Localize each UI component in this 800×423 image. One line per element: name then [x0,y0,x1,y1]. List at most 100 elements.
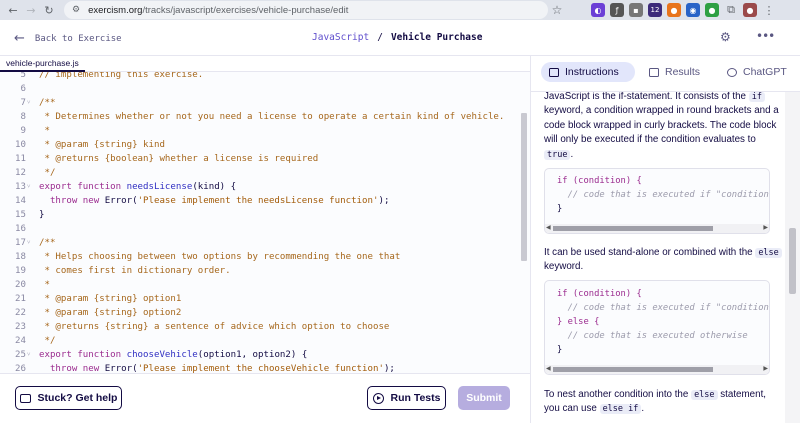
badge-count-icon[interactable]: 12 [648,3,662,17]
code-line[interactable]: 15} [0,208,520,222]
line-number: 11 [15,154,26,164]
code-editor[interactable]: 5// implementing this exercise. 6 7 ˅/** 8 *… [0,72,530,373]
tab-results[interactable]: Results [649,62,700,82]
code-example-if-else: if (condition) { // code that is execute… [544,280,770,375]
code-text: // implementing this exercise. [39,72,204,80]
code-text: * [39,280,50,290]
line-number: 10 [15,140,26,150]
bookmark-star-icon[interactable]: ☆ [550,3,564,17]
panel-tabs: Instructions Results ChatGPT [531,56,800,92]
file-tab-vehicle-purchase[interactable]: vehicle-purchase.js [0,56,85,72]
code-text: export function needsLicense(kind) { [39,182,237,192]
code-text: * @returns {boolean} whether a license i… [39,154,319,164]
code-line[interactable]: 10 * @param {string} kind [0,138,520,152]
code-line[interactable]: 20 * [0,278,520,292]
code-text: * @returns {string} a sentence of advice… [39,322,390,332]
run-tests-button[interactable]: Run Tests [367,386,446,410]
code-text: throw new Error('Please implement the ch… [39,364,395,373]
code-horizontal-scrollbar[interactable]: ◀ ▶ [545,224,769,233]
results-icon [649,67,659,77]
code-line[interactable]: 22 * @param {string} option2 [0,306,520,320]
instructions-paragraph: JavaScript is the if-statement. It consi… [544,92,779,160]
site-settings-icon[interactable]: ⚙ [72,5,80,15]
extension-icon[interactable]: ▪ [629,3,643,17]
breadcrumb: JavaScript / Vehicle Purchase [312,32,483,43]
code-line[interactable]: 21 * @param {string} option1 [0,292,520,306]
line-number: 16 [15,224,26,234]
more-options-icon[interactable]: ••• [756,29,775,43]
code-line[interactable]: 19 * comes first in dictionary order. [0,264,520,278]
back-arrow-icon: ← [14,31,25,46]
code-line[interactable]: 23 * @returns {string} a sentence of adv… [0,320,520,334]
line-number: 9 [20,126,26,136]
code-line[interactable]: 5 // implementing this exercise. [0,72,520,82]
instructions-scrollbar[interactable] [785,92,800,423]
back-to-exercise-link[interactable]: ← Back to Exercise [14,31,122,46]
code-text: * @param {string} option1 [39,294,182,304]
puzzle-icon[interactable]: ⧉ [724,3,738,17]
code-text: throw new Error('Please implement the ne… [39,196,390,206]
url-text: exercism.org/tracks/javascript/exercises… [88,4,349,16]
fold-chevron-icon[interactable]: ˅ [27,180,30,194]
line-number: 21 [15,294,26,304]
code-text: * comes first in dictionary order. [39,266,231,276]
extension-icon[interactable]: ◐ [591,3,605,17]
code-line[interactable]: 13 ˅ export function needsLicense(kind) { [0,180,520,194]
menu-icon[interactable]: ⋮ [762,3,776,17]
profile-avatar[interactable]: ● [743,3,757,17]
forward-arrow-icon[interactable]: → [22,4,40,17]
code-line[interactable]: 6 [0,82,520,96]
code-text: * [39,126,50,136]
code-example-if: if (condition) { // code that is execute… [544,168,770,234]
fold-chevron-icon[interactable]: ˅ [27,236,30,250]
line-number: 20 [15,280,26,290]
instructions-icon [549,67,559,77]
tab-chatgpt[interactable]: ChatGPT [727,62,787,82]
line-number: 18 [15,252,26,262]
code-line[interactable]: 14 throw new Error('Please implement the… [0,194,520,208]
line-number: 26 [15,364,26,373]
line-number: 7 [20,98,26,108]
reload-icon[interactable]: ↻ [40,4,58,17]
code-line[interactable]: 12 */ [0,166,520,180]
line-number: 8 [20,112,26,122]
line-number: 24 [15,336,26,346]
code-text: * @param {string} option2 [39,308,182,318]
settings-gear-icon[interactable]: ⚙ [720,30,731,44]
code-text: export function chooseVehicle(option1, o… [39,350,308,360]
play-icon [372,392,384,404]
extension-icon[interactable]: ◉ [686,3,700,17]
line-number: 15 [15,210,26,220]
code-line[interactable]: 24 */ [0,334,520,348]
stuck-get-help-button[interactable]: Stuck? Get help [15,386,122,410]
code-line[interactable]: 9 * [0,124,520,138]
code-line[interactable]: 16 [0,222,520,236]
instructions-panel: JavaScript is the if-statement. It consi… [531,92,785,423]
fold-chevron-icon[interactable]: ˅ [27,348,30,362]
code-horizontal-scrollbar[interactable]: ◀ ▶ [545,365,769,374]
firefox-icon[interactable]: ● [667,3,681,17]
instructions-paragraph: It can be used stand-alone or combined w… [544,246,784,275]
submit-button[interactable]: Submit [458,386,510,410]
editor-scrollbar[interactable] [521,113,527,261]
code-line[interactable]: 18 * Helps choosing between two options … [0,250,520,264]
fold-chevron-icon[interactable]: ˅ [27,96,30,110]
instructions-paragraph: To nest another condition into the else … [544,389,767,415]
code-line[interactable]: 11 * @returns {boolean} whether a licens… [0,152,520,166]
line-number: 25 [15,350,26,360]
line-number: 19 [15,266,26,276]
font-extension-icon[interactable]: ƒ [610,3,624,17]
extension-icon[interactable]: ● [705,3,719,17]
code-line[interactable]: 7 ˅ /** [0,96,520,110]
chat-icon [19,393,31,403]
breadcrumb-track[interactable]: JavaScript [312,32,369,43]
code-text: * @param {string} kind [39,140,165,150]
tab-instructions[interactable]: Instructions [541,62,635,82]
code-line[interactable]: 8 * Determines whether or not you need a… [0,110,520,124]
app-header: ← Back to Exercise JavaScript / Vehicle Pu… [0,20,800,56]
code-line[interactable]: 26 throw new Error('Please implement the… [0,362,520,373]
code-line[interactable]: 17 ˅ /** [0,236,520,250]
code-line[interactable]: 25 ˅ export function chooseVehicle(option1… [0,348,520,362]
address-bar[interactable]: ⚙ exercism.org/tracks/javascript/exercis… [64,1,548,19]
back-arrow-icon[interactable]: ← [4,4,22,17]
